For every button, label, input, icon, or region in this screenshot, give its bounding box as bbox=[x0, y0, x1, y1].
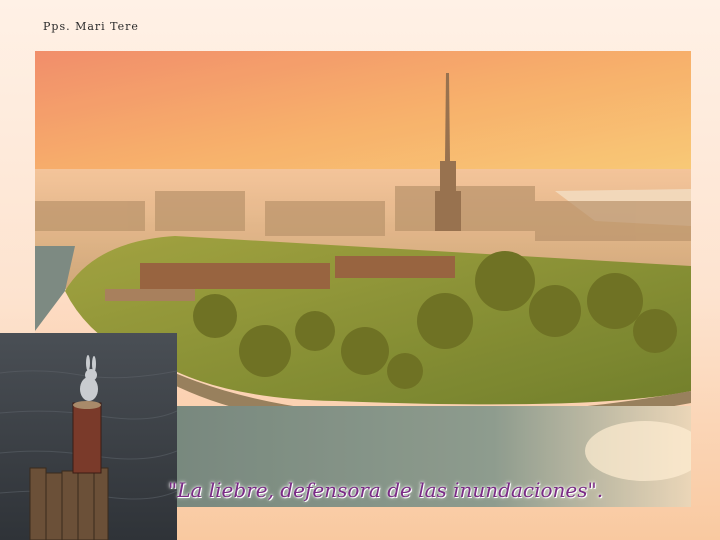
wooden-piles bbox=[29, 467, 109, 540]
hare-statue-photo bbox=[0, 333, 177, 540]
slide-caption: "La liebre, defensora de las inundacione… bbox=[168, 478, 604, 502]
slide-credit: Pps. Mari Tere bbox=[43, 20, 139, 33]
center-pile bbox=[72, 402, 102, 474]
